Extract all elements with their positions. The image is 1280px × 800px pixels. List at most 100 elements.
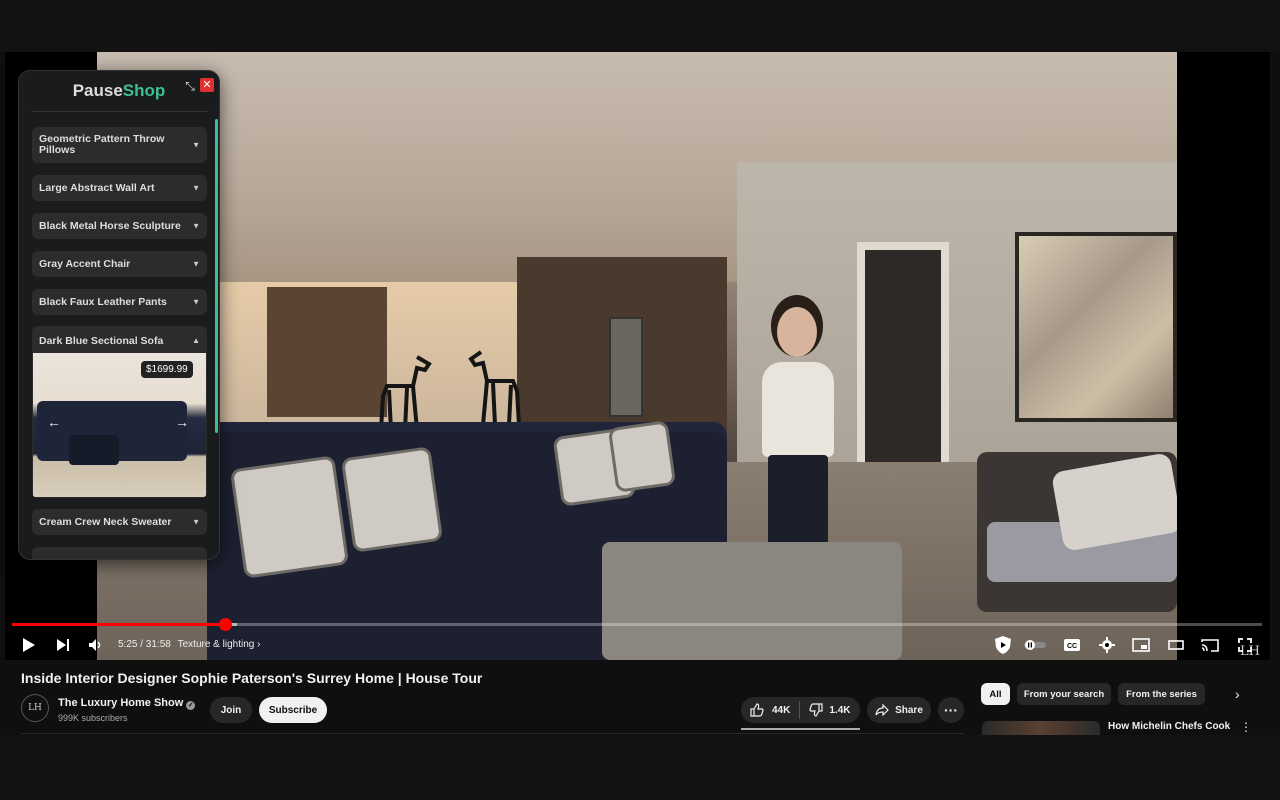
dislike-button[interactable]: 1.4K <box>800 697 859 723</box>
join-button[interactable]: Join <box>210 697 252 723</box>
extension-shield-button[interactable] <box>992 635 1014 655</box>
thumbs-down-icon <box>809 703 823 717</box>
chip-from-your-search[interactable]: From your search <box>1017 683 1111 705</box>
shield-icon <box>995 636 1011 654</box>
fullscreen-icon <box>1238 638 1252 652</box>
product-label: Geometric Pattern Throw Pillows <box>39 133 165 156</box>
next-button[interactable] <box>54 635 72 655</box>
scene-pillow <box>229 455 350 579</box>
subscriber-count: 999K subscribers <box>58 713 128 723</box>
time-display: 5:25 / 31:58 Texture & lighting › <box>118 639 260 650</box>
recommendation-thumbnail[interactable] <box>982 721 1100 735</box>
close-icon[interactable]: ✕ <box>200 78 214 92</box>
panel-scrollbar[interactable] <box>215 119 218 433</box>
expand-arrow-icon[interactable]: ▼ <box>192 517 200 528</box>
svg-text:CC: CC <box>1067 643 1077 650</box>
settings-button[interactable] <box>1097 635 1117 655</box>
cast-button[interactable] <box>1200 635 1220 655</box>
more-actions-button[interactable]: ··· <box>938 697 964 723</box>
top-bar <box>0 0 1280 52</box>
volume-button[interactable] <box>86 635 104 655</box>
collapse-arrow-icon[interactable]: ▲ <box>192 336 200 345</box>
progress-bar[interactable] <box>12 618 1262 631</box>
chip-from-the-series[interactable]: From the series <box>1118 683 1205 705</box>
chapter-chevron-icon[interactable]: › <box>257 639 260 650</box>
miniplayer-icon <box>1132 638 1150 652</box>
expand-arrow-icon[interactable]: ▼ <box>192 297 200 308</box>
pauseshop-panel[interactable]: PauseShop ⤡ ✕ Geometric Pattern Throw Pi… <box>18 70 220 560</box>
gear-icon <box>1099 637 1115 653</box>
product-item-partial[interactable] <box>32 547 207 559</box>
scene-pillow <box>607 420 677 493</box>
expand-arrow-icon[interactable]: ▼ <box>192 221 200 232</box>
skip-next-icon <box>57 639 69 651</box>
scene-coffee-table <box>602 542 902 660</box>
product-item[interactable]: Cream Crew Neck Sweater ▼ <box>32 509 207 535</box>
presenter-sweater <box>762 362 834 457</box>
share-button[interactable]: Share <box>867 697 931 723</box>
scene-oven <box>609 317 643 417</box>
miniplayer-button[interactable] <box>1131 635 1151 655</box>
brand-pause: Pause <box>72 81 123 100</box>
presenter-head <box>777 307 817 357</box>
page-bottom <box>0 735 1280 800</box>
next-arrow-icon[interactable]: → <box>173 413 191 431</box>
chips-next-icon[interactable]: › <box>1235 686 1240 702</box>
product-label: Large Abstract Wall Art <box>39 181 155 194</box>
like-dislike-group: 44K 1.4K <box>741 697 860 723</box>
captions-button[interactable]: CC <box>1062 635 1082 655</box>
channel-avatar[interactable]: LH <box>21 694 49 722</box>
product-item[interactable]: Geometric Pattern Throw Pillows ▼ <box>32 127 207 163</box>
product-label: Gray Accent Chair <box>39 257 131 270</box>
horse-sculpture-left <box>379 355 432 431</box>
channel-name-text[interactable]: The Luxury Home Show <box>58 697 183 709</box>
scene-cabinets <box>267 287 387 417</box>
like-ratio-bar <box>741 728 860 730</box>
horse-sculpture-right <box>468 350 521 426</box>
expand-arrow-icon[interactable]: ▼ <box>192 140 200 151</box>
product-item[interactable]: Large Abstract Wall Art ▼ <box>32 175 207 201</box>
cast-icon <box>1201 639 1219 652</box>
brand-shop: Shop <box>122 81 166 100</box>
played-bar <box>12 623 225 626</box>
fullscreen-button[interactable] <box>1235 635 1255 655</box>
autoplay-toggle-icon <box>1024 640 1046 650</box>
theater-icon <box>1168 640 1184 650</box>
volume-icon <box>89 639 101 651</box>
share-label: Share <box>895 704 923 716</box>
product-item[interactable]: Black Metal Horse Sculpture ▼ <box>32 213 207 239</box>
share-icon <box>875 704 889 716</box>
product-image[interactable]: $1699.99 ← → <box>33 353 206 497</box>
minimize-icon[interactable]: ⤡ <box>183 79 197 93</box>
product-item-expanded[interactable]: Dark Blue Sectional Sofa ▲ $1699.99 ← → <box>32 326 207 498</box>
channel-name[interactable]: The Luxury Home Show ✓ <box>58 697 196 710</box>
like-button[interactable]: 44K <box>741 697 799 723</box>
scrubber-handle[interactable] <box>219 618 232 631</box>
autoplay-toggle[interactable] <box>1022 635 1048 655</box>
scene-wall-art <box>1015 232 1177 422</box>
recommendation-title[interactable]: How Michelin Chefs Cook <box>1108 721 1230 732</box>
product-label: Black Metal Horse Sculpture <box>39 219 181 232</box>
theater-mode-button[interactable] <box>1166 635 1186 655</box>
play-button[interactable] <box>20 635 38 655</box>
product-label: Black Faux Leather Pants <box>39 295 167 308</box>
play-icon <box>23 638 35 652</box>
product-ottoman-shape <box>69 435 119 465</box>
expand-arrow-icon[interactable]: ▼ <box>192 259 200 270</box>
scene-pillow <box>340 446 444 553</box>
video-title: Inside Interior Designer Sophie Paterson… <box>21 670 483 686</box>
chip-all[interactable]: All <box>981 683 1010 705</box>
recommendation-menu-icon[interactable]: ⋮ <box>1240 720 1252 734</box>
verified-icon: ✓ <box>186 701 196 710</box>
product-item[interactable]: Gray Accent Chair ▼ <box>32 251 207 277</box>
video-frame[interactable] <box>97 52 1177 660</box>
product-label: Cream Crew Neck Sweater <box>39 515 172 528</box>
product-label: Dark Blue Sectional Sofa <box>39 335 164 347</box>
panel-divider <box>31 111 209 112</box>
expand-arrow-icon[interactable]: ▼ <box>192 183 200 194</box>
prev-arrow-icon[interactable]: ← <box>45 413 63 431</box>
cc-icon: CC <box>1064 639 1080 651</box>
product-item[interactable]: Black Faux Leather Pants ▼ <box>32 289 207 315</box>
chapter-title[interactable]: Texture & lighting <box>178 639 255 650</box>
subscribe-button[interactable]: Subscribe <box>259 697 327 723</box>
